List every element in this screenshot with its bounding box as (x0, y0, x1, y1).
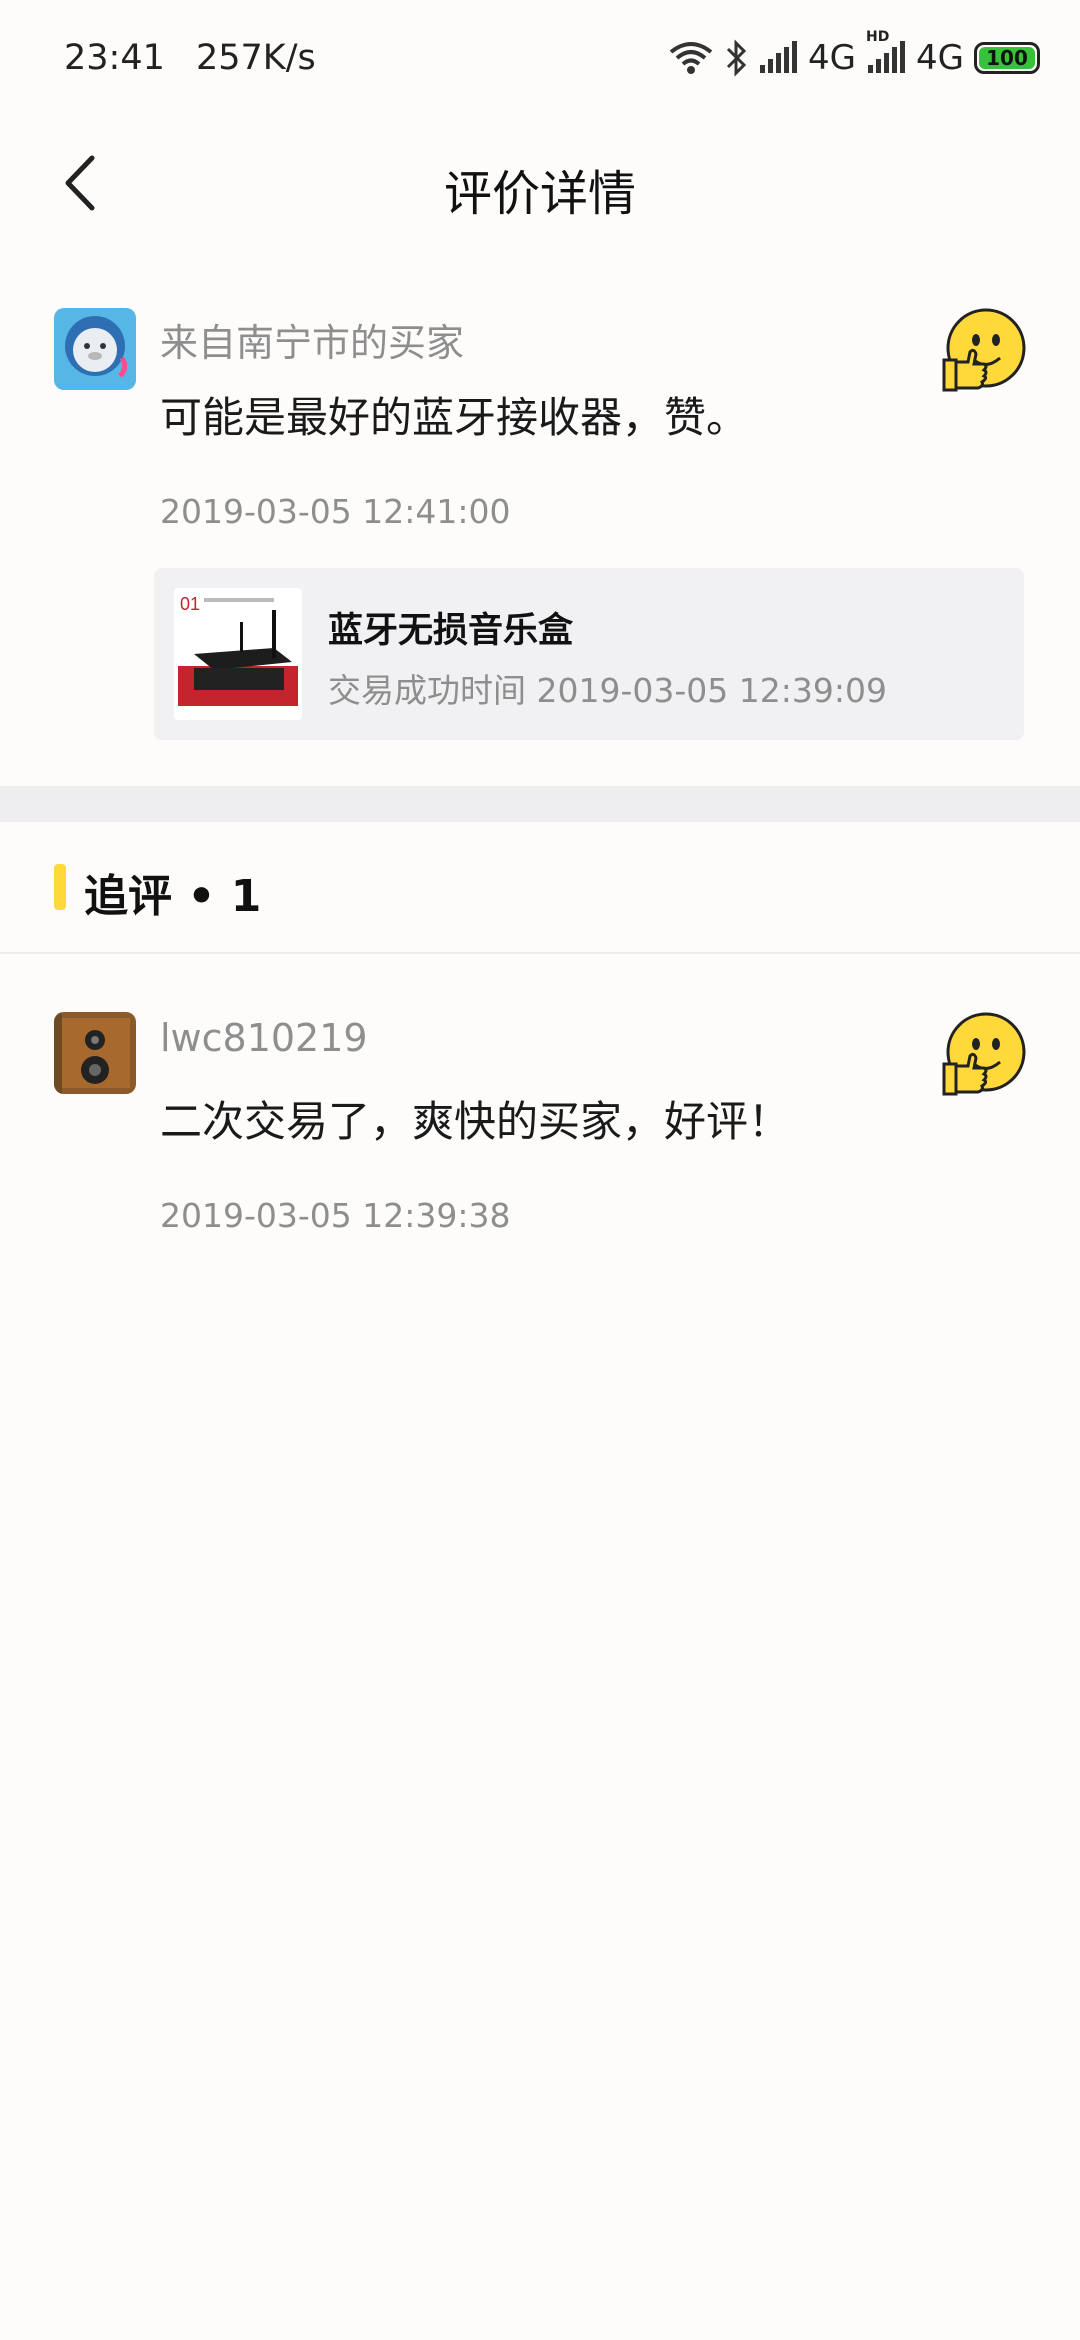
signal-icon (758, 41, 798, 75)
status-time: 23:41 (64, 38, 165, 78)
product-image: 01 (174, 588, 302, 720)
product-card[interactable]: 01 蓝牙无损音乐盒 交易成功时间 2019-03-05 12:39:09 (154, 568, 1024, 740)
avatar[interactable] (54, 1012, 136, 1094)
reviewer-name: lwc810219 (160, 1016, 368, 1060)
nav-header: 评价详情 (0, 120, 1080, 250)
section-accent-bar (54, 864, 66, 910)
network-type-2: 4G (916, 38, 964, 78)
thumbs-up-emoji-icon (940, 308, 1030, 398)
wifi-icon (668, 40, 714, 76)
trade-time: 交易成功时间 2019-03-05 12:39:09 (328, 671, 887, 710)
section-title: 追评 • 1 (84, 871, 262, 922)
section-divider (0, 786, 1080, 822)
review-item: 来自南宁市的买家 可能是最好的蓝牙接收器，赞。 2019-03-05 12:41… (0, 300, 1080, 786)
bluetooth-icon (724, 39, 748, 77)
battery-icon: 100 (974, 42, 1040, 74)
signal-icon: HD (866, 29, 906, 75)
hd-badge: HD (866, 29, 890, 45)
avatar[interactable] (54, 308, 136, 390)
svg-text:01: 01 (180, 594, 200, 614)
follow-up-header: 追评 • 1 (0, 822, 1080, 954)
product-name: 蓝牙无损音乐盒 (328, 611, 574, 651)
reviewer-name: 来自南宁市的买家 (160, 321, 465, 365)
review-text: 可能是最好的蓝牙接收器，赞。 (160, 393, 749, 442)
review-time: 2019-03-05 12:39:38 (160, 1196, 511, 1235)
status-icons: 4G HD 4G 100 (668, 29, 1040, 80)
follow-up-review-item: lwc810219 二次交易了，爽快的买家，好评！ 2019-03-05 12:… (0, 1004, 1080, 1264)
status-network-speed: 257K/s (196, 38, 316, 78)
status-bar: 23:41 257K/s 4G HD 4G 100 (0, 0, 1080, 120)
review-text: 二次交易了，爽快的买家，好评！ (160, 1097, 791, 1146)
thumbs-up-emoji-icon (940, 1012, 1030, 1102)
page-title: 评价详情 (443, 166, 636, 222)
review-time: 2019-03-05 12:41:00 (160, 492, 511, 531)
battery-level: 100 (979, 46, 1035, 70)
network-type-1: 4G (808, 38, 857, 78)
